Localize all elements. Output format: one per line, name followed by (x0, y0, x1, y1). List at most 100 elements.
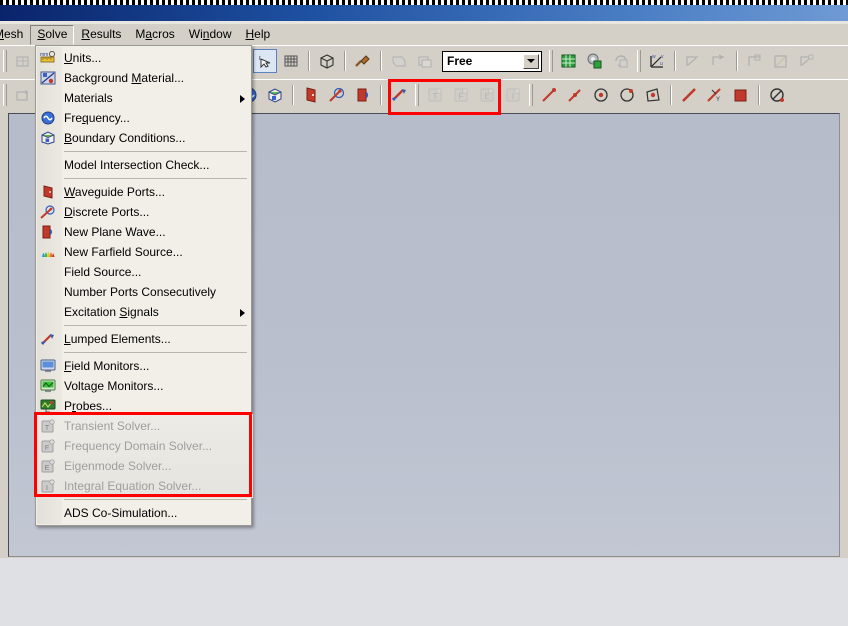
menu-item-label: Number Ports Consecutively (64, 285, 217, 299)
pick-midpoint-icon[interactable] (563, 83, 587, 107)
toolbar-grip-2[interactable] (549, 50, 553, 72)
menu-item-model-intersection-check[interactable]: Model Intersection Check... (36, 155, 251, 175)
menu-item-label: Discrete Ports... (64, 205, 150, 219)
svg-text:I: I (46, 485, 48, 492)
mesh-type-combo[interactable]: Free (442, 50, 542, 72)
menu-item-background-material[interactable]: Background Material... (36, 68, 251, 88)
menu-item-ads-co-simulation[interactable]: ADS Co-Simulation... (36, 503, 251, 523)
menubar-item-results[interactable]: Results (74, 25, 128, 44)
pick-edge-line-icon[interactable] (677, 83, 701, 107)
toolbar-solver-t-button: T (423, 83, 447, 107)
menu-item-no-icon (39, 505, 57, 521)
menu-item-number-ports-consecutively[interactable]: Number Ports Consecutively (36, 282, 251, 302)
menu-item-frequency-domain-solver: F Frequency Domain Solver... (36, 436, 251, 456)
menu-item-voltage-monitors[interactable]: Voltage Monitors... (36, 376, 251, 396)
toolbar-grip-3[interactable] (637, 50, 641, 72)
menu-item-label: New Plane Wave... (64, 225, 166, 239)
discrete-port-icon (39, 204, 57, 220)
menu-item-no-icon (39, 90, 57, 106)
wcs-axes-icon[interactable]: wuv (645, 49, 669, 73)
menubar-item-window[interactable]: Window (182, 25, 239, 44)
menu-item-label: Boundary Conditions... (64, 131, 186, 145)
chevron-down-icon[interactable] (523, 53, 539, 69)
menu-item-no-icon (39, 284, 57, 300)
menu-item-label: Frequency... (64, 111, 130, 125)
bottom-pane (0, 558, 848, 626)
toolbar-solver-i-button: I (501, 83, 525, 107)
plane-wave-icon (39, 224, 57, 240)
svg-text:F: F (459, 92, 464, 101)
menu-item-frequency[interactable]: Frequency... (36, 108, 251, 128)
pick-circle-point-icon[interactable] (615, 83, 639, 107)
menu-item-label: ADS Co-Simulation... (64, 506, 178, 520)
menubar-item-help[interactable]: Help (238, 25, 277, 44)
menu-item-probes[interactable]: Probes... (36, 396, 251, 416)
wireframe-cube-icon[interactable] (315, 49, 339, 73)
waveguide-port-icon (39, 184, 57, 200)
mesh-view-icon[interactable] (557, 49, 581, 73)
menubar-item-solve[interactable]: Solve (30, 24, 75, 45)
wcs-rotate-icon (707, 49, 731, 73)
local-coords-1-icon (743, 49, 767, 73)
solve-dropdown-menu[interactable]: mm Units... Background Material... Material… (35, 45, 253, 526)
clear-picks-icon[interactable] (765, 83, 789, 107)
waveguide-port-icon[interactable] (299, 83, 323, 107)
menu-item-lumped-elements[interactable]: Lumped Elements... (36, 329, 251, 349)
menu-item-boundary-conditions[interactable]: Boundary Conditions... (36, 128, 251, 148)
eigenmode-solver-icon: E (39, 458, 57, 474)
menu-item-label: Integral Equation Solver... (64, 479, 202, 493)
menu-item-integral-equation-solver: I Integral Equation Solver... (36, 476, 251, 496)
pick-face-fill-icon[interactable] (729, 83, 753, 107)
menu-bar[interactable]: MeshSolveResultsMacrosWindowHelp (0, 24, 848, 45)
menu-item-label: New Farfield Source... (64, 245, 183, 259)
toolbar-grip-4[interactable] (3, 84, 7, 106)
pick-tool-icon[interactable]: t (253, 49, 277, 73)
menu-item-label: Waveguide Ports... (64, 185, 165, 199)
align-wcs-icon[interactable]: Y (703, 83, 727, 107)
toolbar-grip[interactable] (3, 50, 7, 72)
local-coords-3-icon (795, 49, 819, 73)
lumped-element-icon[interactable] (387, 83, 411, 107)
pick-circle-center-icon[interactable] (589, 83, 613, 107)
svg-text:I: I (512, 92, 514, 101)
menu-separator (64, 151, 247, 152)
pick-face-center-icon[interactable] (641, 83, 665, 107)
menu-item-excitation-signals[interactable]: Excitation Signals (36, 302, 251, 322)
svg-text:E: E (484, 92, 489, 101)
farfield-source-icon (39, 244, 57, 260)
menu-item-label: Frequency Domain Solver... (64, 439, 213, 453)
menu-item-field-monitors[interactable]: Field Monitors... (36, 356, 251, 376)
menu-item-waveguide-ports[interactable]: Waveguide Ports... (36, 182, 251, 202)
title-bar (0, 0, 848, 24)
menu-item-label: Eigenmode Solver... (64, 459, 172, 473)
svg-text:w: w (652, 54, 656, 60)
integral-equation-solver-icon: I (39, 478, 57, 494)
boundary-conditions-icon[interactable] (263, 83, 287, 107)
frequency-icon (39, 110, 57, 126)
menu-item-no-icon (39, 157, 57, 173)
solver-toolbar-grip[interactable] (415, 84, 419, 106)
plane-wave-icon[interactable] (351, 83, 375, 107)
toolbar-solver-e-button: E (475, 83, 499, 107)
mesh-type-value: Free (447, 54, 473, 68)
toolbar-grip-5[interactable] (529, 84, 533, 106)
menu-item-new-farfield-source[interactable]: New Farfield Source... (36, 242, 251, 262)
toolbar-solver-f-button: F (449, 83, 473, 107)
menu-item-units[interactable]: mm Units... (36, 48, 251, 68)
voltage-monitor-icon (39, 378, 57, 394)
discrete-port-icon[interactable] (325, 83, 349, 107)
menu-item-no-icon (39, 264, 57, 280)
menubar-item-macros[interactable]: Macros (128, 25, 181, 44)
frequency-domain-solver-icon: F (39, 438, 57, 454)
grid-icon[interactable] (279, 49, 303, 73)
menubar-item-mesh[interactable]: Mesh (0, 25, 30, 44)
transform-icon (11, 49, 35, 73)
menu-item-new-plane-wave[interactable]: New Plane Wave... (36, 222, 251, 242)
pick-point-icon[interactable] (537, 83, 561, 107)
menu-item-discrete-ports[interactable]: Discrete Ports... (36, 202, 251, 222)
menu-item-materials[interactable]: Materials (36, 88, 251, 108)
material-paint-icon[interactable] (351, 49, 375, 73)
menu-item-label: Voltage Monitors... (64, 379, 164, 393)
menu-item-field-source[interactable]: Field Source... (36, 262, 251, 282)
mesh-properties-icon[interactable] (583, 49, 607, 73)
